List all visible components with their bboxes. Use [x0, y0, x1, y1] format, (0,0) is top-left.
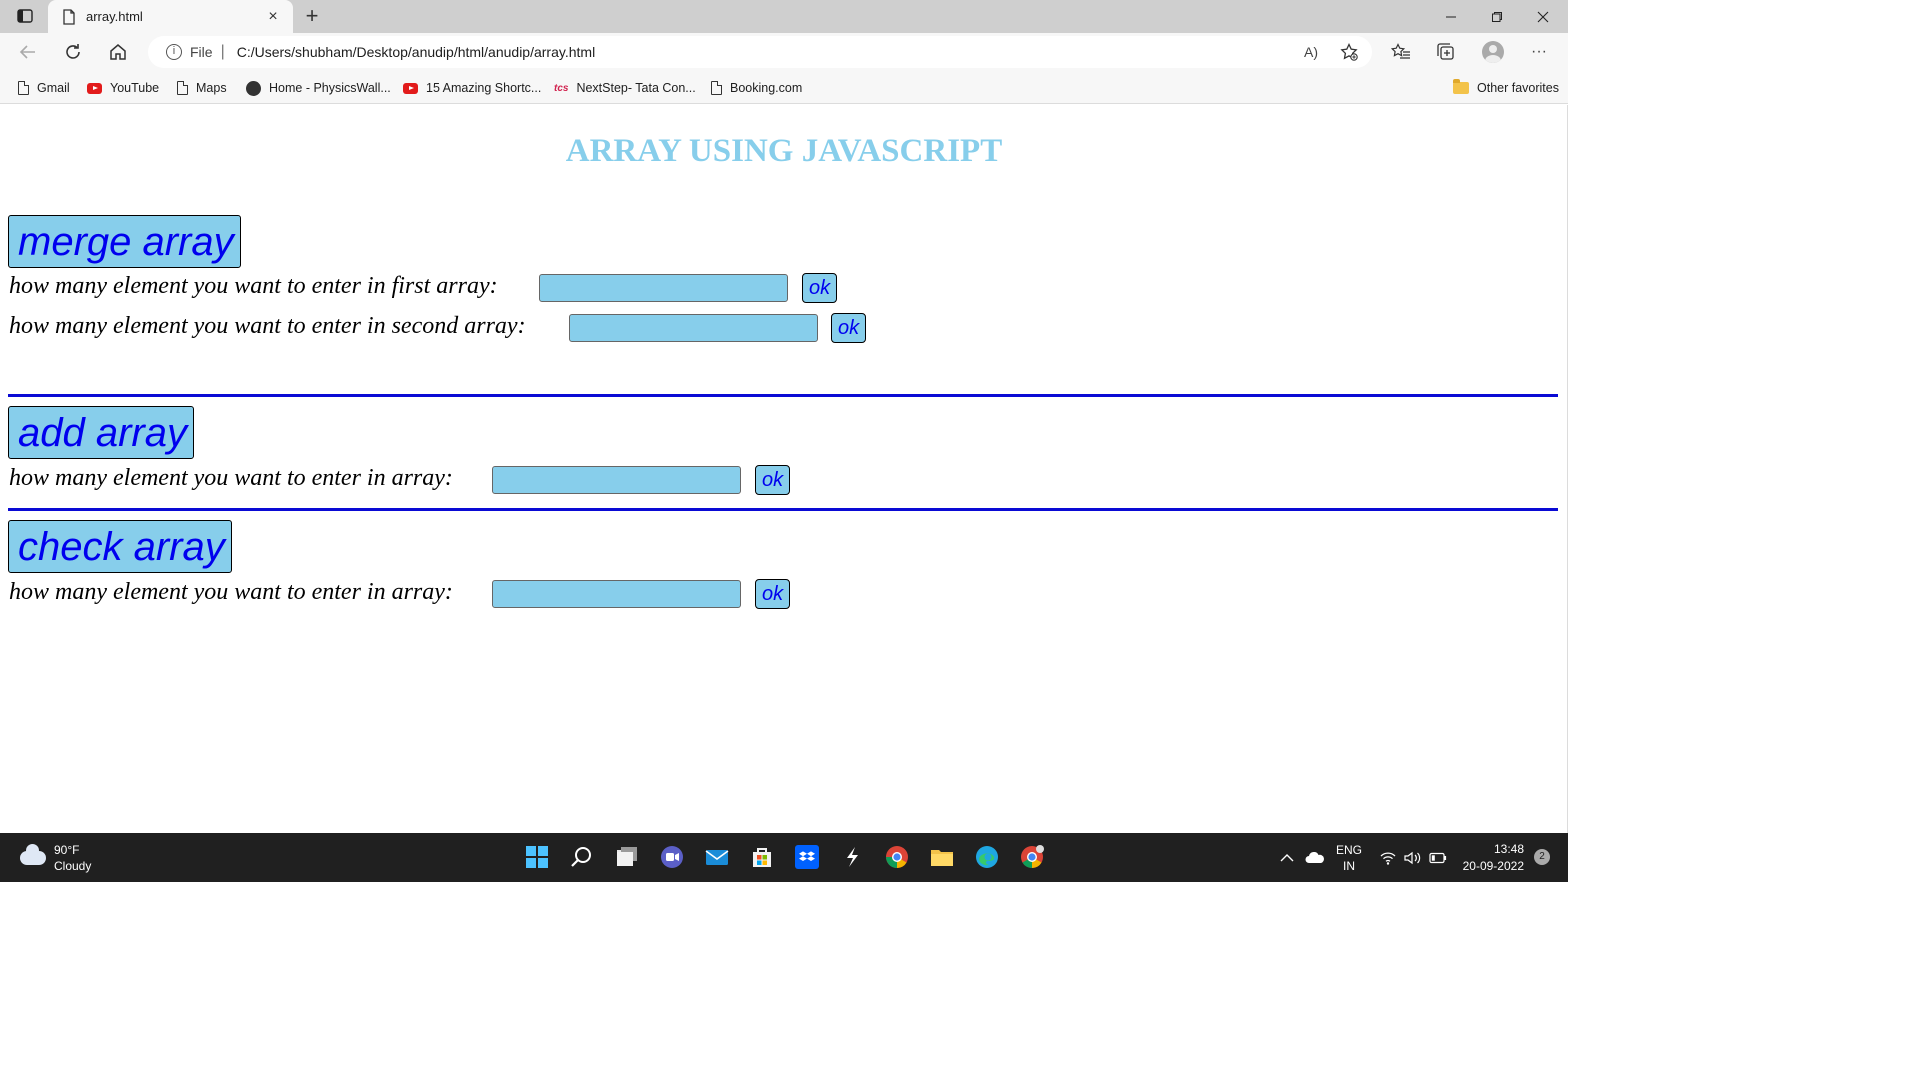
- add-array-count-input[interactable]: [492, 466, 741, 494]
- second-array-ok-button[interactable]: ok: [831, 313, 867, 343]
- collections-icon[interactable]: [1431, 39, 1461, 65]
- favorite-label: Booking.com: [730, 81, 803, 95]
- weather-widget[interactable]: 90°F Cloudy: [20, 842, 91, 874]
- merge-array-button[interactable]: merge array: [8, 215, 241, 268]
- first-array-count-input[interactable]: [539, 274, 788, 302]
- read-aloud-icon[interactable]: A): [1296, 36, 1326, 68]
- weather-condition: Cloudy: [54, 859, 92, 873]
- address-url[interactable]: C:/Users/shubham/Desktop/anudip/html/anu…: [237, 44, 595, 60]
- notification-badge[interactable]: 2: [1534, 849, 1550, 865]
- profile-avatar[interactable]: [1478, 39, 1508, 65]
- address-scheme: File: [190, 44, 213, 60]
- second-array-count-input[interactable]: [569, 314, 818, 342]
- minimize-icon[interactable]: [1428, 0, 1474, 33]
- favorite-youtube[interactable]: YouTube: [87, 78, 159, 98]
- new-tab-icon[interactable]: +: [300, 4, 324, 28]
- check-array-button[interactable]: check array: [8, 520, 232, 573]
- first-array-ok-button[interactable]: ok: [802, 273, 838, 303]
- avatar: [1482, 41, 1504, 63]
- refresh-icon[interactable]: [59, 39, 87, 65]
- section-divider: [8, 508, 1558, 511]
- check-array-ok-button[interactable]: ok: [755, 579, 791, 609]
- mail-icon[interactable]: [703, 843, 731, 871]
- close-window-icon[interactable]: [1520, 0, 1566, 33]
- favorite-label: Maps: [196, 81, 227, 95]
- wifi-icon[interactable]: [1380, 833, 1396, 882]
- browser-tab[interactable]: array.html ×: [48, 0, 293, 33]
- tab-actions-icon[interactable]: [10, 5, 40, 27]
- title-bar: array.html × +: [0, 0, 1568, 33]
- favorite-label: Home - PhysicsWall...: [269, 81, 391, 95]
- youtube-icon: [87, 82, 102, 94]
- onedrive-icon[interactable]: [1305, 833, 1325, 882]
- page-title: ARRAY USING JAVASCRIPT: [565, 133, 1003, 169]
- language-code: ENG: [1336, 842, 1363, 857]
- task-view-icon[interactable]: [613, 843, 641, 871]
- edge-icon[interactable]: [973, 843, 1001, 871]
- back-icon[interactable]: [14, 39, 42, 65]
- battery-icon[interactable]: [1429, 833, 1447, 882]
- address-separator: |: [220, 43, 225, 60]
- check-array-count-input[interactable]: [492, 580, 741, 608]
- more-options-icon[interactable]: ···: [1524, 39, 1554, 65]
- start-icon[interactable]: [523, 843, 551, 871]
- chrome-profile-icon[interactable]: [1018, 843, 1046, 871]
- page-icon: [62, 8, 76, 25]
- check-array-prompt: how many element you want to enter in ar…: [9, 579, 453, 605]
- tab-close-icon[interactable]: ×: [263, 8, 283, 26]
- weather-temperature: 90°F: [54, 843, 80, 857]
- favorite-label: 15 Amazing Shortc...: [426, 81, 542, 95]
- cloud-icon: [20, 844, 46, 865]
- section-divider: [8, 394, 1558, 397]
- favorite-label: YouTube: [110, 81, 160, 95]
- web-page: ARRAY USING JAVASCRIPT merge array how m…: [0, 105, 1568, 833]
- folder-icon: [1453, 79, 1469, 94]
- physicswallah-icon: [246, 80, 261, 96]
- favorites-icon[interactable]: [1386, 39, 1416, 65]
- favorite-shortcuts-video[interactable]: 15 Amazing Shortc...: [403, 78, 541, 98]
- tcs-icon: tcs: [554, 82, 569, 94]
- dropbox-icon[interactable]: [793, 843, 821, 871]
- other-favorites[interactable]: Other favorites: [1453, 78, 1559, 98]
- system-clock[interactable]: 13:48 20-09-2022: [1463, 841, 1524, 875]
- favorite-physicswallah[interactable]: Home - PhysicsWall...: [246, 78, 391, 98]
- browser-toolbar: i File | C:/Users/shubham/Desktop/anudip…: [0, 33, 1568, 71]
- favorite-gmail[interactable]: Gmail: [18, 78, 70, 98]
- doc-icon: [177, 81, 188, 95]
- app-s-icon[interactable]: [838, 843, 866, 871]
- add-array-ok-button[interactable]: ok: [755, 465, 791, 495]
- favorite-booking[interactable]: Booking.com: [711, 78, 802, 98]
- add-array-prompt: how many element you want to enter in ar…: [9, 465, 453, 491]
- file-explorer-icon[interactable]: [928, 843, 956, 871]
- restore-icon[interactable]: [1474, 0, 1520, 33]
- home-icon[interactable]: [104, 39, 132, 65]
- first-array-prompt: how many element you want to enter in fi…: [9, 273, 498, 299]
- doc-icon: [18, 81, 29, 95]
- search-icon[interactable]: [568, 843, 596, 871]
- youtube-icon: [403, 82, 418, 94]
- clock-time: 13:48: [1493, 842, 1524, 856]
- store-icon[interactable]: [748, 843, 776, 871]
- chrome-icon[interactable]: [883, 843, 911, 871]
- favorites-bar: Gmail YouTube Maps Home - PhysicsWall...…: [0, 71, 1568, 104]
- language-indicator[interactable]: ENG IN: [1336, 833, 1362, 882]
- volume-icon[interactable]: [1404, 833, 1422, 882]
- other-favorites-label: Other favorites: [1477, 81, 1559, 95]
- address-bar[interactable]: i File | C:/Users/shubham/Desktop/anudip…: [148, 36, 1372, 68]
- clock-date: 20-09-2022: [1462, 859, 1524, 873]
- teams-chat-icon[interactable]: [658, 843, 686, 871]
- doc-icon: [711, 81, 722, 95]
- favorite-label: Gmail: [37, 81, 70, 95]
- favorite-maps[interactable]: Maps: [177, 78, 227, 98]
- add-array-button[interactable]: add array: [8, 406, 194, 459]
- favorite-nextstep-tcs[interactable]: tcs NextStep- Tata Con...: [554, 78, 696, 98]
- show-hidden-icons[interactable]: [1280, 833, 1294, 882]
- info-icon[interactable]: i: [166, 44, 182, 60]
- tab-title: array.html: [86, 9, 143, 24]
- region-code: IN: [1343, 858, 1355, 873]
- favorite-label: NextStep- Tata Con...: [576, 81, 696, 95]
- second-array-prompt: how many element you want to enter in se…: [9, 313, 526, 339]
- taskbar: 90°F Cloudy ENG IN 13:48 20-09-2022 2: [0, 833, 1568, 882]
- add-favorite-icon[interactable]: [1334, 36, 1364, 68]
